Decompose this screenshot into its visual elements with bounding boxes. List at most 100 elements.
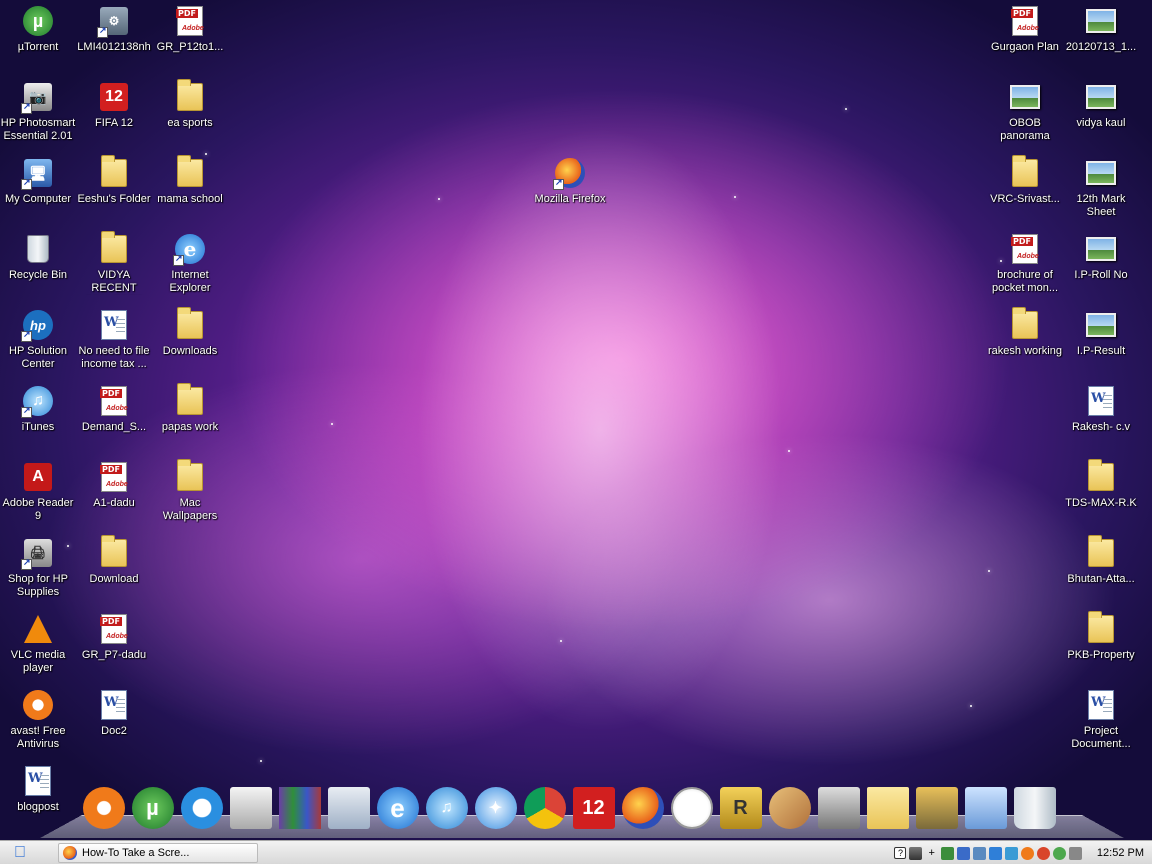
desktop-icon-label: Gurgaon Plan bbox=[991, 41, 1059, 53]
documents-stack-dock-item[interactable] bbox=[325, 783, 372, 833]
desktop-icon-shop-for-hp-supplies[interactable]: 🖨 Shop for HP Supplies bbox=[0, 532, 76, 608]
avast-dock-icon bbox=[82, 787, 125, 829]
desktop-icon-image: A bbox=[21, 460, 55, 494]
pdf-icon: PDF Adobe bbox=[100, 614, 128, 644]
desktop-icon-image: W bbox=[21, 764, 55, 798]
desktop-icon-project-document[interactable]: W Project Document... bbox=[1063, 684, 1139, 760]
desktop-icon-image bbox=[1084, 232, 1118, 266]
fifa12-dock-item[interactable]: 12 bbox=[570, 783, 617, 833]
desktop-icon-image: W bbox=[1084, 688, 1118, 722]
clock-dock-item[interactable] bbox=[668, 783, 715, 833]
desktop-icon-image bbox=[173, 79, 207, 114]
image-file-icon bbox=[1086, 9, 1116, 33]
network-status-icon[interactable] bbox=[940, 846, 954, 860]
desktop-icon-hp-solution-center[interactable]: hp HP Solution Center bbox=[0, 304, 76, 380]
firefox-dock-item[interactable] bbox=[619, 783, 666, 833]
desktop-icon-recycle-bin[interactable]: Recycle Bin bbox=[0, 228, 76, 304]
desktop-icon-my-computer[interactable]: 🖥 My Computer bbox=[0, 152, 76, 228]
desktop-icon-gr-p12to1[interactable]: PDF Adobe GR_P12to1... bbox=[152, 0, 228, 76]
desktop-icon-mozilla-firefox[interactable]: Mozilla Firefox bbox=[532, 152, 608, 228]
clock[interactable]: 12:52 PM bbox=[1097, 847, 1144, 859]
desktop-icon-vidya-recent-colleges[interactable]: VIDYA RECENT COLLEGES bbox=[76, 228, 152, 304]
desktop-icon-lmi4012138nh[interactable]: ⚙ LMI4012138nh bbox=[76, 0, 152, 76]
desktop-icon-rakesh-working[interactable]: rakesh working bbox=[987, 304, 1063, 380]
desktop-icon-obob-panorama[interactable]: OBOB panorama bbox=[987, 76, 1063, 152]
desktop-icon-hp-photosmart-essential-2-01[interactable]: 📷 HP Photosmart Essential 2.01 bbox=[0, 76, 76, 152]
help-icon[interactable]: ? bbox=[894, 847, 907, 859]
desktop-icon-image bbox=[1084, 535, 1118, 570]
chrome-dock-item[interactable] bbox=[521, 783, 568, 833]
internet-explorer-dock-item[interactable]: e bbox=[374, 783, 421, 833]
desktop-icon-a1-dadu[interactable]: PDF Adobe A1-dadu bbox=[76, 456, 152, 532]
desktop-icon-pkb-property[interactable]: PKB-Property bbox=[1063, 608, 1139, 684]
desktop-icon-20120713-1[interactable]: 20120713_1... bbox=[1063, 0, 1139, 76]
desktop-icon-i-p-result[interactable]: I.P-Result bbox=[1063, 304, 1139, 380]
rocketdock-dock-item[interactable]: R bbox=[717, 783, 764, 833]
desktop-icon-ea-sports[interactable]: ea sports bbox=[152, 76, 228, 152]
desktop-icon-vlc-media-player[interactable]: VLC media player bbox=[0, 608, 76, 684]
desktop-icon-bhutan-atta[interactable]: Bhutan-Atta... bbox=[1063, 532, 1139, 608]
desktop-icon-image: PDF Adobe bbox=[97, 384, 131, 418]
desktop-icon-rakesh-c-v[interactable]: W Rakesh- c.v bbox=[1063, 380, 1139, 456]
system-tools-dock-item[interactable] bbox=[815, 783, 862, 833]
desktop-icon-mama-school[interactable]: mama school bbox=[152, 152, 228, 228]
trash-dock-icon bbox=[1013, 787, 1056, 829]
desktop-icon-papas-work[interactable]: papas work bbox=[152, 380, 228, 456]
desktop-icon-eeshu-s-folder[interactable]: Eeshu's Folder bbox=[76, 152, 152, 228]
desktop-icon-download[interactable]: Download bbox=[76, 532, 152, 608]
desktop-icon-adobe-reader-9[interactable]: A Adobe Reader 9 bbox=[0, 456, 76, 532]
utorrent-tray-icon[interactable] bbox=[1052, 846, 1066, 860]
avast-dock-item[interactable] bbox=[80, 783, 127, 833]
desktop-icon-label: No need to file income tax ... bbox=[78, 345, 150, 370]
desktop-icon-i-p-roll-no[interactable]: I.P-Roll No bbox=[1063, 228, 1139, 304]
desktop-icon-image bbox=[21, 612, 55, 646]
desktop-icon-label: rakesh working bbox=[988, 345, 1062, 357]
desktop-icon-vrc-srivast[interactable]: VRC-Srivast... bbox=[987, 152, 1063, 228]
avast-tray-icon[interactable] bbox=[1020, 846, 1034, 860]
desktop-icon-demand-s[interactable]: PDF Adobe Demand_S... bbox=[76, 380, 152, 456]
paint-dock-item[interactable] bbox=[766, 783, 813, 833]
desktop-icon-12th-mark-sheet[interactable]: 12th Mark Sheet bbox=[1063, 152, 1139, 228]
preview-dock-item[interactable] bbox=[227, 783, 274, 833]
dropbox-icon[interactable] bbox=[988, 846, 1002, 860]
desktop-icon-image bbox=[1084, 4, 1118, 38]
desktop-icon-doc2[interactable]: W Doc2 bbox=[76, 684, 152, 760]
desktop-icon-image: PDF Adobe bbox=[1008, 232, 1042, 266]
desktop-icon-torrent[interactable]: µ µTorrent bbox=[0, 0, 76, 76]
start-button[interactable]:  bbox=[0, 842, 40, 864]
shortcut-arrow-icon bbox=[21, 177, 32, 190]
desktop-icon-mac-wallpapers[interactable]: Mac Wallpapers bbox=[152, 456, 228, 532]
desktop-icon-gurgaon-plan[interactable]: PDF Adobe Gurgaon Plan bbox=[987, 0, 1063, 76]
hp-status-icon[interactable] bbox=[956, 846, 970, 860]
desktop-icon-brochure-of-pocket-mon[interactable]: PDF Adobe brochure of pocket mon... bbox=[987, 228, 1063, 304]
safari-dock-item[interactable]: ✦ bbox=[472, 783, 519, 833]
itunes-dock-item[interactable]: ♫ bbox=[423, 783, 470, 833]
fifa12-icon: 12 bbox=[100, 83, 128, 111]
winrar-dock-item[interactable] bbox=[276, 783, 323, 833]
desktop-icon-label: HP Solution Center bbox=[9, 345, 67, 370]
desktop-icon-gr-p7-dadu[interactable]: PDF Adobe GR_P7-dadu bbox=[76, 608, 152, 684]
desktop-icon-no-need-to-file-income-tax[interactable]: W No need to file income tax ... bbox=[76, 304, 152, 380]
desktop-icon-internet-explorer[interactable]: e Internet Explorer bbox=[152, 228, 228, 304]
update-icon[interactable] bbox=[1036, 846, 1050, 860]
desktop-icon-tds-max-r-k[interactable]: TDS-MAX-R.K bbox=[1063, 456, 1139, 532]
desktop-icon-vidya-kaul[interactable]: vidya kaul bbox=[1063, 76, 1139, 152]
trash-dock-item[interactable] bbox=[1011, 783, 1058, 833]
utilities-dock-item[interactable] bbox=[913, 783, 960, 833]
utorrent-dock-item[interactable]: µ bbox=[129, 783, 176, 833]
volume-icon[interactable] bbox=[1068, 846, 1082, 860]
desktop-icon-downloads[interactable]: Downloads bbox=[152, 304, 228, 380]
desktop-icon-fifa-12[interactable]: 12 FIFA 12 bbox=[76, 76, 152, 152]
quicktime-dock-item[interactable] bbox=[178, 783, 225, 833]
notepad-dock-item[interactable] bbox=[962, 783, 1009, 833]
security-icon[interactable] bbox=[1004, 846, 1018, 860]
desktop-icon-avast-free-antivirus[interactable]: avast! Free Antivirus bbox=[0, 684, 76, 760]
desktop-icon-label: Mozilla Firefox bbox=[534, 193, 606, 205]
taskbar-button-firefox[interactable]: How-To Take a Scre... bbox=[58, 842, 258, 863]
expand-tray-button[interactable]: + bbox=[928, 847, 934, 859]
network-icon[interactable] bbox=[909, 846, 923, 860]
monitor-icon[interactable] bbox=[972, 846, 986, 860]
shortcut-arrow-icon bbox=[21, 405, 32, 418]
folder-dock-item[interactable] bbox=[864, 783, 911, 833]
desktop-icon-itunes[interactable]: ♫ iTunes bbox=[0, 380, 76, 456]
